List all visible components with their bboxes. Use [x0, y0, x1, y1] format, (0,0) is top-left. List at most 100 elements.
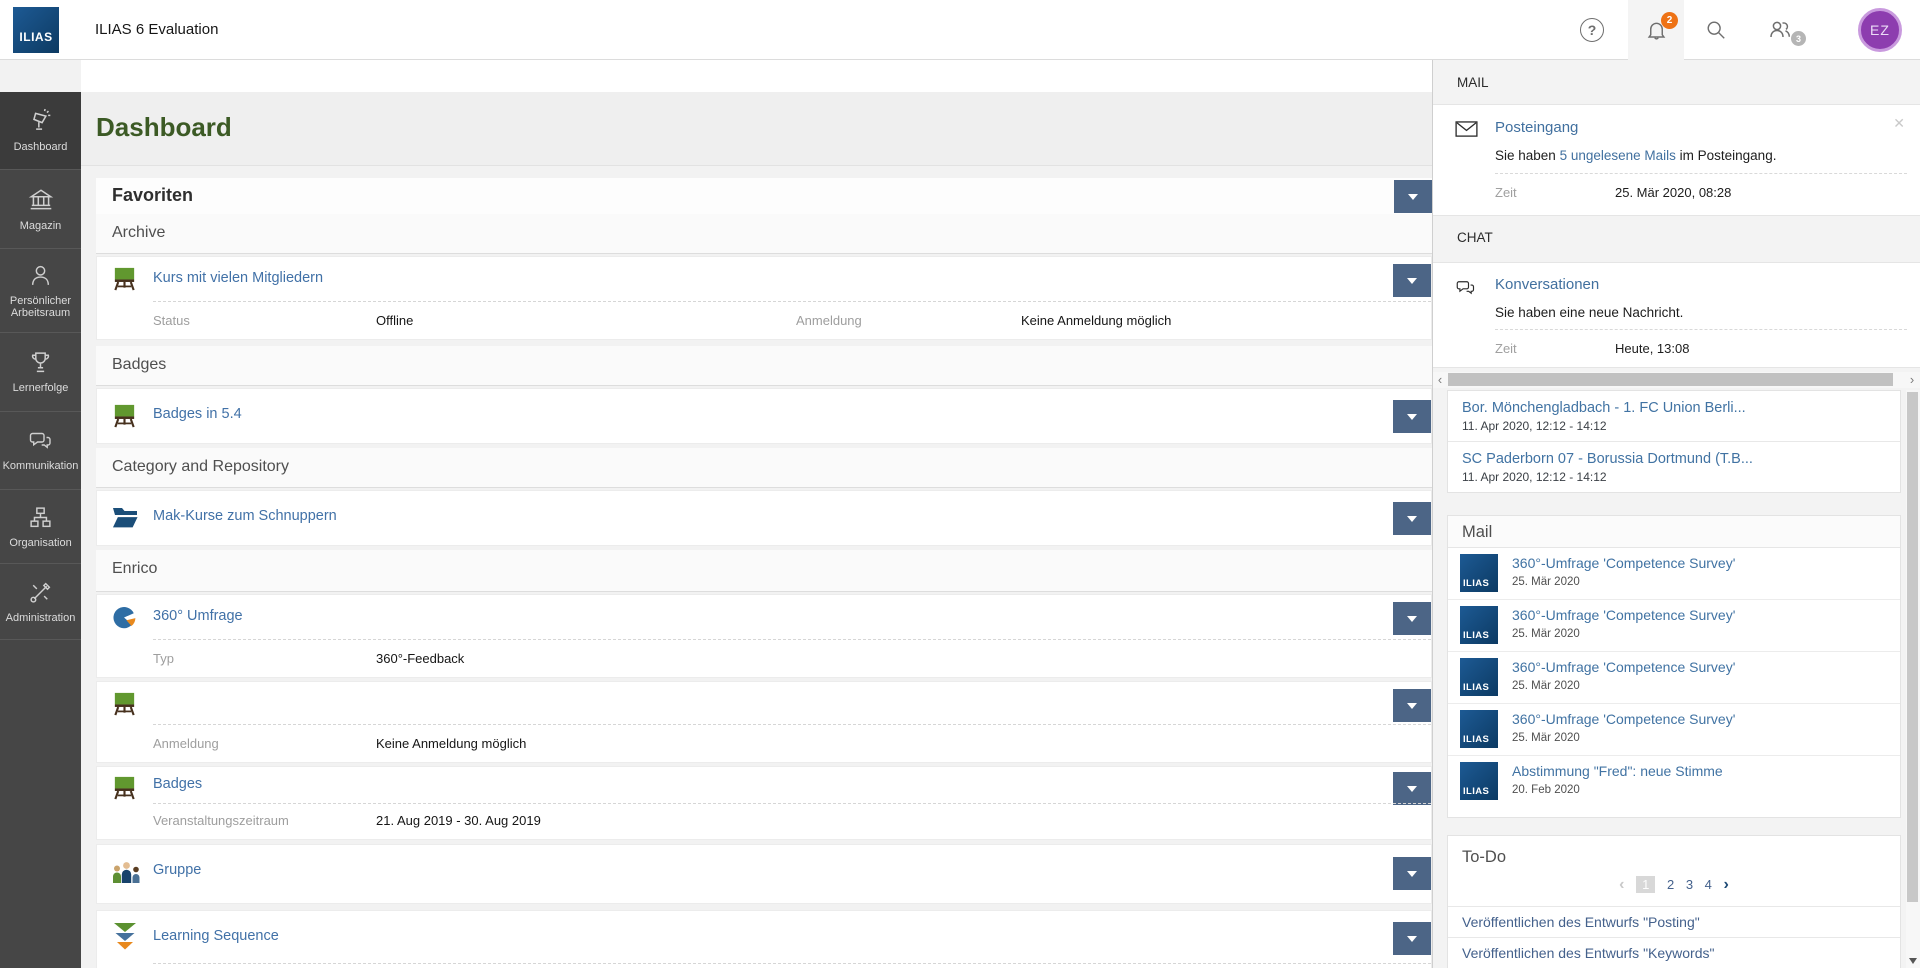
close-icon[interactable]: ✕	[1893, 115, 1905, 132]
caret-down-icon	[1407, 936, 1417, 942]
item-actions-dropdown[interactable]	[1393, 689, 1431, 722]
group-icon	[111, 860, 142, 886]
horizontal-scrollbar[interactable]: ‹ ›	[1433, 372, 1920, 388]
mail-title-link[interactable]: 360°-Umfrage 'Competence Survey'	[1512, 711, 1735, 727]
sidebar-item-dashboard[interactable]: Dashboard	[0, 92, 81, 170]
item-title-link[interactable]: Badges	[153, 776, 202, 792]
course-icon	[111, 774, 138, 801]
ilias-logo-tile: ILIAS	[1460, 606, 1498, 644]
konversationen-link[interactable]: Konversationen	[1495, 276, 1599, 293]
vertical-scrollbar-handle[interactable]	[1907, 392, 1918, 902]
pager-page-2[interactable]: 2	[1667, 877, 1674, 892]
divider	[153, 301, 1431, 302]
sidebar-item-label: Administration	[4, 612, 78, 624]
pager-page-1[interactable]: 1	[1636, 876, 1655, 893]
section-header-archive: Archive	[96, 214, 1432, 254]
scroll-down-icon[interactable]	[1909, 958, 1917, 964]
caret-down-icon	[1407, 871, 1417, 877]
ilias-logo[interactable]: ILIAS	[13, 7, 59, 53]
page-header: Dashboard	[81, 92, 1432, 166]
todo-item-link[interactable]: Veröffentlichen des Entwurfs "Posting"	[1448, 906, 1900, 937]
calendar-events-list: Bor. Mönchengladbach - 1. FC Union Berli…	[1447, 390, 1901, 493]
item-actions-dropdown[interactable]	[1393, 772, 1431, 805]
chat-notification-text: Sie haben eine neue Nachricht.	[1495, 305, 1683, 320]
todo-widget-title: To-Do	[1462, 848, 1506, 867]
section-header-enrico: Enrico	[96, 550, 1432, 592]
sidebar-item-lernerfolge[interactable]: Lernerfolge	[0, 333, 81, 412]
item-title-link[interactable]: Gruppe	[153, 862, 201, 878]
mail-title-link[interactable]: Abstimmung "Fred": neue Stimme	[1512, 763, 1723, 779]
scroll-right-icon[interactable]: ›	[1906, 374, 1918, 386]
item-card-mak-kurse: Mak-Kurse zum Schnuppern	[96, 490, 1432, 546]
item-card-360-umfrage: 360° Umfrage Typ 360°-Feedback	[96, 594, 1432, 678]
divider	[153, 639, 1431, 640]
sidebar-item-administration[interactable]: Administration	[0, 564, 81, 640]
mail-date: 20. Feb 2020	[1512, 784, 1580, 796]
sidebar-item-label: Kommunikation	[1, 460, 81, 472]
user-avatar[interactable]: EZ	[1858, 8, 1902, 52]
item-actions-dropdown[interactable]	[1393, 502, 1431, 535]
item-title-link[interactable]: Mak-Kurse zum Schnuppern	[153, 508, 337, 524]
horizontal-scrollbar-handle[interactable]	[1448, 373, 1893, 386]
item-actions-dropdown[interactable]	[1393, 922, 1431, 955]
todo-list: Veröffentlichen des Entwurfs "Posting" V…	[1448, 906, 1900, 968]
item-actions-dropdown[interactable]	[1393, 400, 1431, 433]
item-title-link[interactable]: Learning Sequence	[153, 928, 279, 944]
org-chart-icon	[28, 505, 53, 530]
mail-widget-title: Mail	[1462, 523, 1492, 542]
folder-icon	[111, 505, 139, 531]
mail-title-link[interactable]: 360°-Umfrage 'Competence Survey'	[1512, 555, 1735, 571]
course-icon	[111, 402, 138, 429]
time-value: Heute, 13:08	[1615, 341, 1689, 356]
mail-title-link[interactable]: 360°-Umfrage 'Competence Survey'	[1512, 607, 1735, 623]
mail-list-item: ILIAS 360°-Umfrage 'Competence Survey' 2…	[1448, 548, 1900, 600]
users-icon	[1767, 18, 1793, 42]
favorites-actions-dropdown[interactable]	[1394, 180, 1432, 213]
item-title-link[interactable]: Badges in 5.4	[153, 406, 242, 422]
survey-pie-icon	[111, 604, 138, 631]
search-button[interactable]	[1688, 0, 1744, 60]
item-actions-dropdown[interactable]	[1393, 857, 1431, 890]
help-button[interactable]: ?	[1564, 0, 1620, 60]
vertical-scrollbar[interactable]	[1906, 390, 1920, 968]
todo-item-link[interactable]: Veröffentlichen des Entwurfs "Keywords"	[1448, 937, 1900, 968]
sidebar-item-kommunikation[interactable]: Kommunikation	[0, 412, 81, 490]
property-label: Anmeldung	[153, 736, 219, 751]
item-actions-dropdown[interactable]	[1393, 264, 1431, 297]
tools-icon	[28, 580, 53, 605]
item-actions-dropdown[interactable]	[1393, 602, 1431, 635]
caret-down-icon	[1408, 194, 1418, 200]
top-bar: ILIAS ILIAS 6 Evaluation ? 2 3 EZ	[0, 0, 1920, 60]
online-users-button[interactable]: 3	[1752, 0, 1808, 60]
notifications-button[interactable]: 2	[1628, 0, 1684, 60]
mail-notification-slate: Posteingang ✕ Sie haben 5 ungelesene Mai…	[1433, 104, 1920, 216]
pager-prev-icon[interactable]: ‹	[1619, 876, 1624, 894]
event-title-link[interactable]: SC Paderborn 07 - Borussia Dortmund (T.B…	[1462, 451, 1886, 467]
mail-title-link[interactable]: 360°-Umfrage 'Competence Survey'	[1512, 659, 1735, 675]
mail-list-item: ILIAS Abstimmung "Fred": neue Stimme 20.…	[1448, 756, 1900, 808]
chat-section-header: CHAT	[1457, 230, 1493, 245]
online-users-count-badge: 3	[1791, 31, 1806, 46]
learning-sequence-icon	[111, 921, 139, 953]
pager-page-3[interactable]: 3	[1686, 877, 1693, 892]
item-title-link[interactable]: 360° Umfrage	[153, 608, 243, 624]
mail-widget-header: Mail	[1448, 516, 1900, 548]
event-title-link[interactable]: Bor. Mönchengladbach - 1. FC Union Berli…	[1462, 400, 1886, 416]
event-list-item: SC Paderborn 07 - Borussia Dortmund (T.B…	[1448, 442, 1900, 492]
scroll-left-icon[interactable]: ‹	[1434, 374, 1446, 386]
posteingang-link[interactable]: Posteingang	[1495, 119, 1578, 136]
sidebar-item-organisation[interactable]: Organisation	[0, 490, 81, 564]
unread-mails-link[interactable]: 5 ungelesene Mails	[1560, 148, 1676, 163]
sidebar-item-label: Magazin	[18, 220, 64, 232]
pager-next-icon[interactable]: ›	[1724, 876, 1729, 894]
sidebar-item-arbeitsraum[interactable]: Persönlicher Arbeitsraum	[0, 249, 81, 333]
ilias-logo-tile: ILIAS	[1460, 762, 1498, 800]
mail-notification-text: Sie haben 5 ungelesene Mails im Posteing…	[1495, 148, 1776, 163]
item-title-link[interactable]: Kurs mit vielen Mitgliedern	[153, 270, 323, 286]
sidebar-item-magazin[interactable]: Magazin	[0, 170, 81, 249]
envelope-icon	[1455, 121, 1478, 138]
divider	[1495, 173, 1907, 174]
pager-page-4[interactable]: 4	[1705, 877, 1712, 892]
caret-down-icon	[1407, 703, 1417, 709]
app-title: ILIAS 6 Evaluation	[95, 21, 218, 38]
